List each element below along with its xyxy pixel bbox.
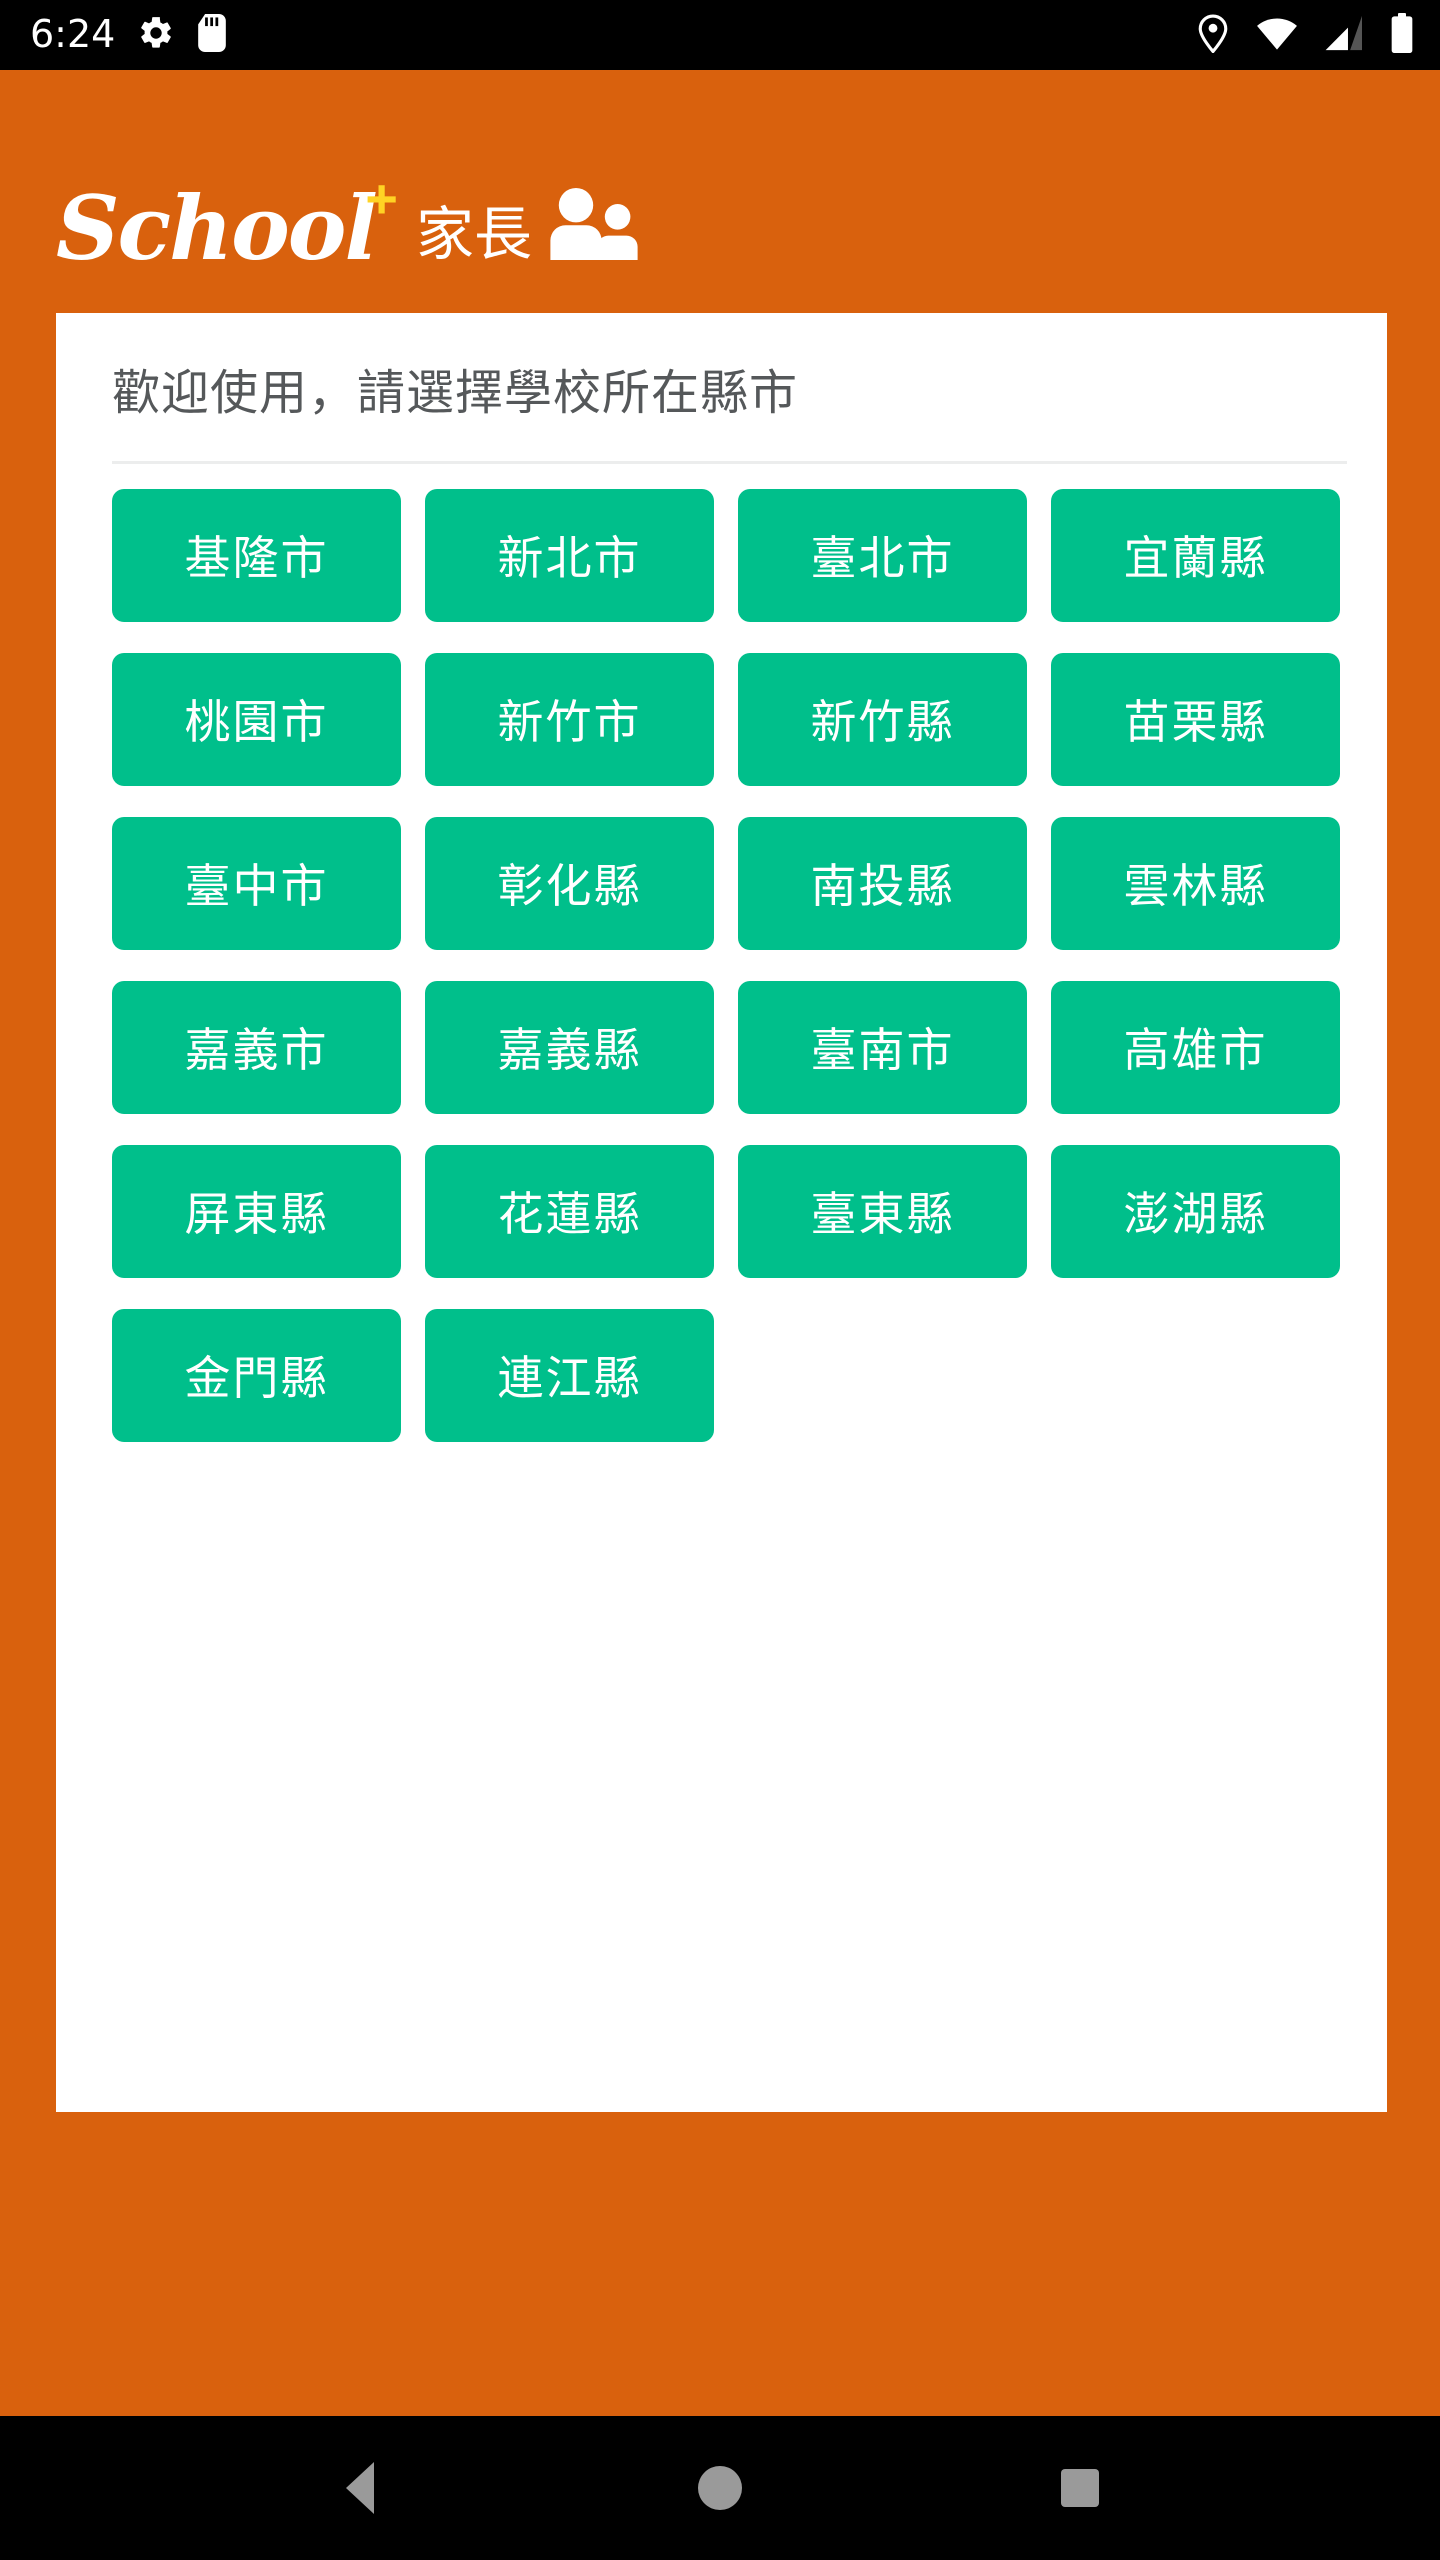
county-button[interactable]: 南投縣 [738, 816, 1027, 950]
county-button[interactable]: 屏東縣 [112, 1144, 401, 1278]
county-button[interactable]: 苗栗縣 [1051, 652, 1340, 786]
county-button[interactable]: 澎湖縣 [1051, 1144, 1340, 1278]
county-selection-card: 歡迎使用，請選擇學校所在縣市 基隆市 新北市 臺北市 宜蘭縣桃園市 新竹市 新竹縣 苗栗縣臺… [56, 313, 1387, 2112]
county-button[interactable]: 臺北市 [738, 488, 1027, 622]
county-button[interactable]: 新竹市 [425, 652, 714, 786]
county-button[interactable]: 嘉義市 [112, 980, 401, 1114]
parent-child-icon [546, 188, 638, 265]
county-button[interactable]: 彰化縣 [425, 816, 714, 950]
county-button[interactable]: 基隆市 [112, 488, 401, 622]
android-nav-bar [0, 2416, 1440, 2560]
home-icon [698, 2466, 742, 2510]
sd-card-icon [197, 13, 227, 57]
recents-icon [1061, 2469, 1099, 2507]
location-pin-icon [1196, 13, 1230, 58]
county-button[interactable]: 新北市 [425, 488, 714, 622]
county-button[interactable]: 高雄市 [1051, 980, 1340, 1114]
county-button[interactable]: 連江縣 [425, 1308, 714, 1442]
county-button[interactable]: 臺南市 [738, 980, 1027, 1114]
county-button[interactable]: 臺東縣 [738, 1144, 1027, 1278]
county-button[interactable]: 新竹縣 [738, 652, 1027, 786]
role-label: 家長 [415, 200, 532, 268]
county-button[interactable]: 宜蘭縣 [1051, 488, 1340, 622]
plus-icon: + [365, 167, 398, 231]
county-button[interactable]: 臺中市 [112, 816, 401, 950]
nav-back-button[interactable] [300, 2428, 420, 2548]
status-bar-left: 6:24 [30, 12, 227, 57]
county-grid: 基隆市 新北市 臺北市 宜蘭縣桃園市 新竹市 新竹縣 苗栗縣臺中市 彰化縣 南投縣 雲林縣嘉義市嘉… [56, 464, 1387, 1442]
brand-lockup: School + 家長 [56, 171, 638, 273]
county-button[interactable]: 嘉義縣 [425, 980, 714, 1114]
wifi-icon [1256, 16, 1298, 55]
nav-recents-button[interactable] [1020, 2428, 1140, 2548]
status-bar-clock: 6:24 [30, 12, 116, 56]
app-logo: School + [56, 171, 398, 273]
gear-icon [137, 14, 175, 57]
county-button[interactable]: 金門縣 [112, 1308, 401, 1442]
county-button[interactable]: 桃園市 [112, 652, 401, 786]
status-bar: 6:24 [0, 0, 1440, 70]
app-logo-text: School [56, 176, 378, 281]
county-button[interactable]: 雲林縣 [1051, 816, 1340, 950]
app-header: School + 家長 [0, 70, 1440, 313]
cellular-signal-icon [1324, 15, 1364, 56]
nav-home-button[interactable] [660, 2428, 780, 2548]
page-title: 歡迎使用，請選擇學校所在縣市 [112, 365, 799, 421]
back-icon [346, 2462, 374, 2514]
county-button[interactable]: 花蓮縣 [425, 1144, 714, 1278]
battery-icon [1390, 12, 1414, 58]
status-bar-right [1196, 12, 1414, 58]
